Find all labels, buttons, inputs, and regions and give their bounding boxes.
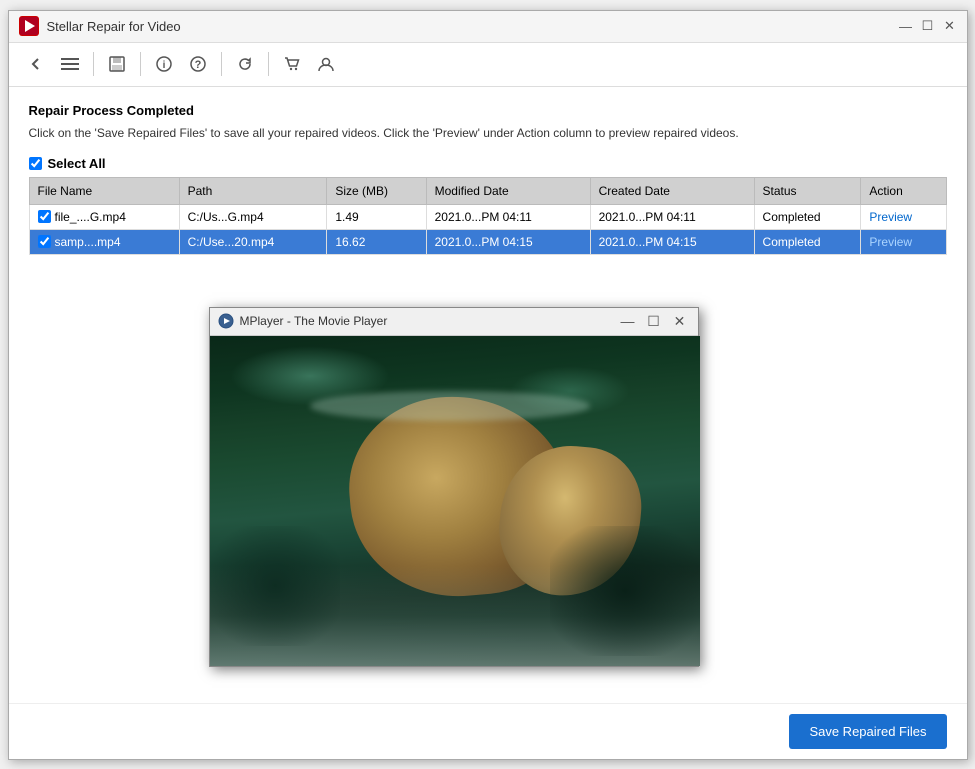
status-description: Click on the 'Save Repaired Files' to sa…	[29, 124, 947, 142]
cart-button[interactable]	[277, 49, 307, 79]
cell-action[interactable]: Preview	[861, 204, 946, 229]
mplayer-controls: — ☐ ✕	[618, 311, 690, 331]
save-icon-button[interactable]	[102, 49, 132, 79]
col-status: Status	[754, 177, 861, 204]
cell-filename: file_....G.mp4	[29, 204, 179, 229]
mplayer-title-left: MPlayer - The Movie Player	[218, 313, 388, 329]
maximize-button[interactable]: ☐	[921, 19, 935, 33]
table-row: samp....mp4 C:/Use...20.mp4 16.62 2021.0…	[29, 229, 946, 254]
dark-water-1	[210, 526, 340, 646]
file-table: File Name Path Size (MB) Modified Date C…	[29, 177, 947, 255]
table-body: file_....G.mp4 C:/Us...G.mp4 1.49 2021.0…	[29, 204, 946, 254]
main-window: Stellar Repair for Video — ☐ ✕	[8, 10, 968, 760]
mplayer-minimize-button[interactable]: —	[618, 311, 638, 331]
separator-3	[221, 52, 222, 76]
dark-water-2	[550, 526, 700, 656]
svg-text:?: ?	[194, 59, 201, 71]
svg-text:i: i	[162, 60, 165, 71]
cell-modified: 2021.0...PM 04:15	[426, 229, 590, 254]
col-filename: File Name	[29, 177, 179, 204]
select-all-checkbox[interactable]	[29, 157, 42, 170]
account-button[interactable]	[311, 49, 341, 79]
cell-size: 16.62	[327, 229, 426, 254]
cell-path: C:/Us...G.mp4	[179, 204, 327, 229]
mplayer-close-button[interactable]: ✕	[670, 311, 690, 331]
status-title: Repair Process Completed	[29, 103, 947, 118]
back-button[interactable]	[21, 49, 51, 79]
separator-2	[140, 52, 141, 76]
row-checkbox[interactable]	[38, 210, 51, 223]
table-header-row: File Name Path Size (MB) Modified Date C…	[29, 177, 946, 204]
filename-text: file_....G.mp4	[55, 210, 126, 224]
window-title: Stellar Repair for Video	[47, 19, 181, 34]
mplayer-title-bar: MPlayer - The Movie Player — ☐ ✕	[210, 308, 698, 336]
cell-filename: samp....mp4	[29, 229, 179, 254]
toolbar: i ?	[9, 43, 967, 87]
select-all-label: Select All	[48, 156, 106, 171]
title-bar: Stellar Repair for Video — ☐ ✕	[9, 11, 967, 43]
cell-status: Completed	[754, 229, 861, 254]
preview-link[interactable]: Preview	[869, 235, 912, 249]
cell-action[interactable]: Preview	[861, 229, 946, 254]
title-bar-left: Stellar Repair for Video	[19, 16, 181, 36]
separator-4	[268, 52, 269, 76]
cell-modified: 2021.0...PM 04:11	[426, 204, 590, 229]
info-button[interactable]: i	[149, 49, 179, 79]
select-all-row: Select All	[29, 156, 947, 171]
app-icon	[19, 16, 39, 36]
col-created: Created Date	[590, 177, 754, 204]
close-button[interactable]: ✕	[943, 19, 957, 33]
mplayer-app-icon	[218, 313, 234, 329]
content-area: Repair Process Completed Click on the 'S…	[9, 87, 967, 703]
preview-link[interactable]: Preview	[869, 210, 912, 224]
mplayer-title-text: MPlayer - The Movie Player	[240, 314, 388, 328]
save-repaired-files-button[interactable]: Save Repaired Files	[789, 714, 946, 749]
cell-created: 2021.0...PM 04:15	[590, 229, 754, 254]
mplayer-window: MPlayer - The Movie Player — ☐ ✕	[209, 307, 699, 667]
table-header: File Name Path Size (MB) Modified Date C…	[29, 177, 946, 204]
cell-path: C:/Use...20.mp4	[179, 229, 327, 254]
row-checkbox[interactable]	[38, 235, 51, 248]
foam-top	[310, 391, 590, 421]
col-action: Action	[861, 177, 946, 204]
title-bar-controls: — ☐ ✕	[899, 19, 957, 33]
cell-status: Completed	[754, 204, 861, 229]
menu-button[interactable]	[55, 49, 85, 79]
col-modified: Modified Date	[426, 177, 590, 204]
col-path: Path	[179, 177, 327, 204]
table-row: file_....G.mp4 C:/Us...G.mp4 1.49 2021.0…	[29, 204, 946, 229]
refresh-button[interactable]	[230, 49, 260, 79]
minimize-button[interactable]: —	[899, 19, 913, 33]
help-button[interactable]: ?	[183, 49, 213, 79]
video-area	[210, 336, 700, 666]
cell-size: 1.49	[327, 204, 426, 229]
cell-created: 2021.0...PM 04:11	[590, 204, 754, 229]
col-size: Size (MB)	[327, 177, 426, 204]
filename-text: samp....mp4	[55, 235, 121, 249]
separator-1	[93, 52, 94, 76]
bottom-bar: Save Repaired Files	[9, 703, 967, 759]
mplayer-maximize-button[interactable]: ☐	[644, 311, 664, 331]
